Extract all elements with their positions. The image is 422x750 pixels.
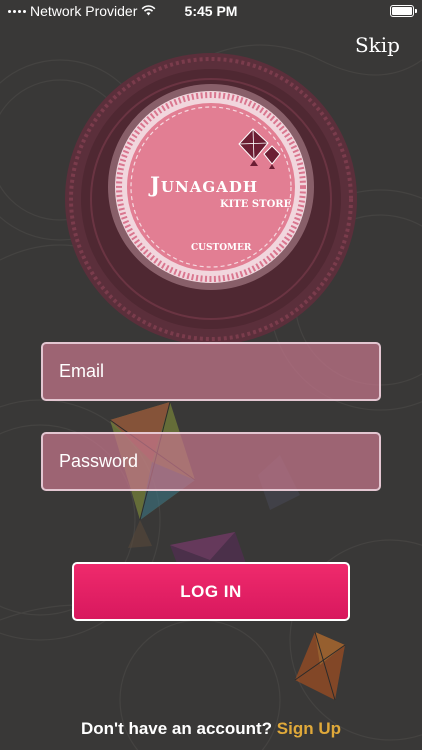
logo-tag: CUSTOMER	[191, 243, 252, 253]
logo-badge-art	[65, 53, 357, 345]
login-button[interactable]: LOG IN	[72, 562, 350, 621]
store-logo	[64, 52, 358, 346]
status-bar: Network Provider 5:45 PM	[0, 0, 422, 22]
logo-subtitle: KITE STORE	[220, 199, 292, 210]
email-input[interactable]	[59, 361, 363, 382]
password-field[interactable]	[41, 432, 381, 491]
battery-icon	[390, 5, 417, 17]
signup-row: Don't have an account? Sign Up	[0, 719, 422, 739]
email-field[interactable]	[41, 342, 381, 401]
logo-title: Junagadh	[150, 172, 258, 197]
status-time: 5:45 PM	[184, 3, 238, 19]
skip-button[interactable]: Skip	[355, 33, 400, 57]
signup-link[interactable]: Sign Up	[277, 719, 341, 738]
password-input[interactable]	[59, 451, 363, 472]
kite-illustration-3	[294, 631, 346, 701]
signup-prompt: Don't have an account?	[80, 719, 277, 738]
